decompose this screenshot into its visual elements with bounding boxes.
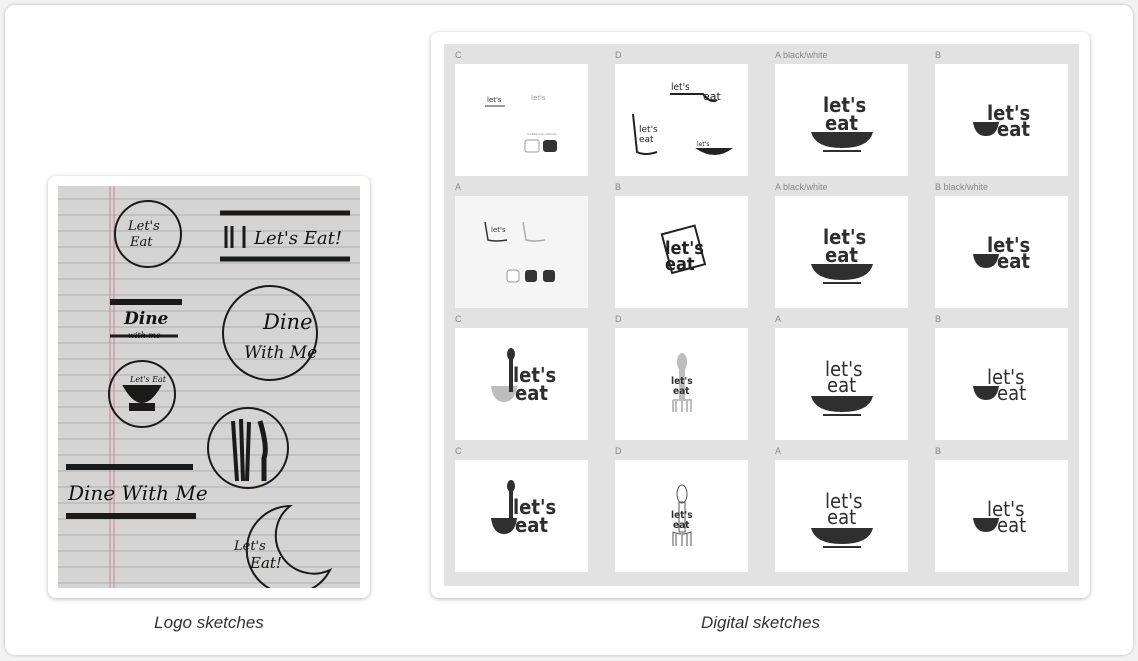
bowl-logo-light: let's eat [811,489,873,548]
left-caption: Logo sketches [154,613,264,632]
tile-label: C [455,50,462,60]
tile-label: B [935,314,942,324]
sketch-dine-circle-line2: With Me [244,343,317,363]
svg-text:eat: eat [997,117,1030,141]
bowl-logo-light-compact: let's eat [973,365,1026,405]
sketch-dine-circle-line1: Dine [262,310,313,334]
tile-label: D [615,314,622,324]
svg-text:eat: eat [997,249,1030,273]
svg-text:eat: eat [515,381,548,405]
spoon-bowl-logo: let's eat [491,348,556,405]
tile-label: D [615,446,622,456]
bowl-logo-compact: let's eat [973,233,1030,273]
svg-text:let's: let's [697,141,710,148]
sketch-badge-line1: Let's [127,219,160,234]
tile-label: A black/white [775,50,828,60]
svg-text:mobile icon options: mobile icon options [527,132,557,136]
tile-label: B [615,182,622,192]
digital-sketch-tile: let's eat [455,328,588,440]
digital-sketch-tile: let's eat [775,460,908,572]
sketch-bowl-word: Let's Eat [129,375,167,384]
right-caption: Digital sketches [700,613,821,632]
sketch-moon-line1: Let's [233,539,266,554]
sketch-banner-text: Let's Eat! [253,228,342,249]
digital-sketch-tile: let's eat [615,328,748,440]
digital-sketch-tile: let's eat [775,196,908,308]
tile-label: C [455,446,462,456]
svg-text:let's: let's [531,94,546,102]
tile-label: B [935,50,942,60]
digital-sketch-tile: let's eat [775,328,908,440]
svg-text:eat: eat [673,386,690,397]
digital-sketch-tile: let's eat let's eat let's [615,64,748,176]
tile-label: D [615,50,622,60]
bowl-logo-light: let's eat [811,357,873,416]
svg-text:eat: eat [827,373,856,397]
svg-text:let's: let's [639,125,658,135]
tile-label: A [455,182,462,192]
digital-sketch-tile: let's let's mobile icon options [455,64,588,176]
svg-text:let's: let's [671,82,690,93]
tile-label: B black/white [935,182,989,192]
fork-logo-gray: let's eat [671,353,693,412]
logo-sketches-photo: Let's Eat Let's Eat! Dine with me Let's … [58,186,360,588]
fork-logo-outline: let's eat [671,484,693,546]
sketch-dine-banner: Dine With Me [67,481,208,505]
digital-sketch-tile: let's eat [455,460,588,572]
tilted-card-logo: let's eat [660,224,707,275]
svg-text:eat: eat [825,111,858,135]
multi-logo-sketch: let's let's mobile icon options [485,94,557,153]
tile-label: B [935,446,942,456]
bowl-logo-light-compact: let's eat [973,497,1026,537]
bowl-logo-bold: let's eat [811,225,873,284]
sketch-moon-line2: Eat! [249,554,282,572]
digital-sketch-tile: let's eat [775,64,908,176]
svg-text:eat: eat [997,513,1026,537]
spoon-bowl-logo-dark: let's eat [491,480,556,537]
svg-text:eat: eat [997,381,1026,405]
digital-sketch-tile: let's eat [935,64,1068,176]
svg-text:eat: eat [665,254,695,275]
svg-text:let's: let's [487,96,502,104]
sketch-dine-sub: with me [128,331,161,340]
digital-sketch-tile: let's eat [935,196,1068,308]
bowl-logo-bold: let's eat [811,93,873,152]
digital-sketch-tile: let's eat [935,328,1068,440]
digital-sketch-tile: let's [455,196,588,308]
tile-label: C [455,314,462,324]
svg-text:eat: eat [639,135,654,145]
tile-label: A black/white [775,182,828,192]
sketch-dine-title: Dine [123,309,169,329]
svg-text:let's: let's [491,226,506,234]
digital-sketch-tile: let's eat [935,460,1068,572]
bowl-logo-compact: let's eat [973,101,1030,141]
sketch-badge-line2: Eat [129,235,153,250]
digital-sketch-tile: let's eat [615,460,748,572]
tile-label: A [775,314,782,324]
svg-text:eat: eat [825,243,858,267]
svg-text:eat: eat [673,520,690,531]
ladle-logo-sketch: let's eat let's eat let's [632,82,733,155]
svg-text:eat: eat [827,505,856,529]
ladle-icon-options: let's [484,221,555,283]
svg-text:eat: eat [515,513,548,537]
notebook-paper: Let's Eat Let's Eat! Dine with me Let's … [58,186,360,588]
digital-sketch-tile: let's eat [615,196,748,308]
tile-label: A [775,446,782,456]
